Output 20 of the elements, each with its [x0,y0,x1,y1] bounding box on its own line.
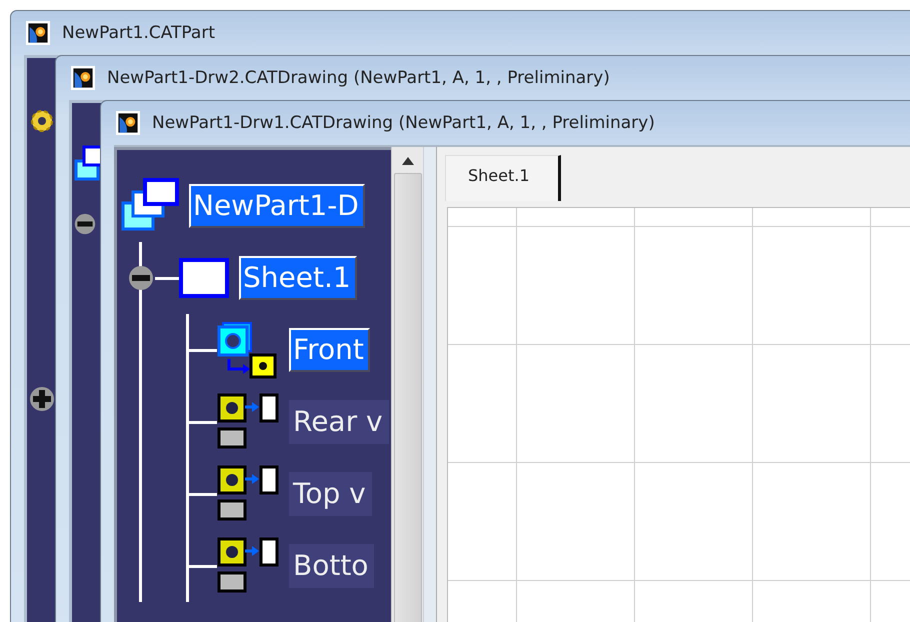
active-view-icon [217,321,279,379]
app-icon [71,66,95,90]
app-icon [116,111,140,135]
app-icon [26,21,50,45]
tree-item[interactable]: Sheet.1 [239,256,357,300]
window-title: NewPart1-Drw2.CATDrawing (NewPart1, A, 1, , Preliminary) [107,68,610,88]
scrollbar-thumb[interactable] [394,173,422,622]
tree-item[interactable]: Top v [289,472,372,516]
scroll-up-icon[interactable] [402,157,414,165]
collapse-icon[interactable] [127,264,155,292]
scrollbar[interactable] [391,147,423,622]
sheet-tab[interactable]: Sheet.1 [445,155,561,201]
tree-item[interactable]: Front [289,328,370,372]
expand-icon[interactable] [29,386,55,412]
tree-item[interactable]: Rear v [289,400,389,444]
window-title: NewPart1.CATPart [62,23,215,43]
tree-item[interactable]: Botto [289,544,374,588]
collapse-icon[interactable] [74,213,96,235]
window-title: NewPart1-Drw1.CATDrawing (NewPart1, A, 1, , Preliminary) [152,113,655,133]
tree-item[interactable]: NewPart1-D [189,184,365,228]
